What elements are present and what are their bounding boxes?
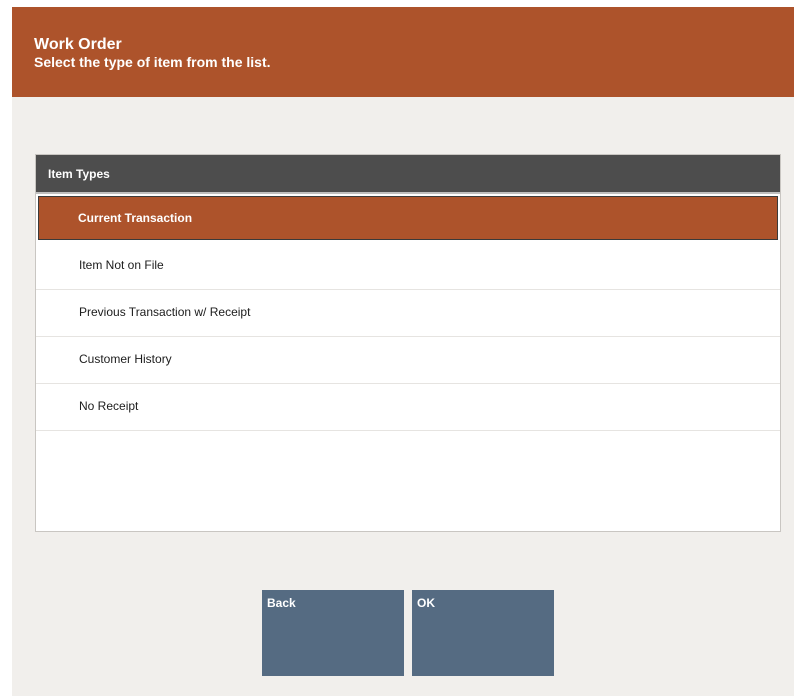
- list-item-label: Customer History: [79, 352, 172, 366]
- list-item-previous-transaction-with-receipt[interactable]: Previous Transaction w/ Receipt: [36, 290, 780, 337]
- list-item-current-transaction[interactable]: Current Transaction: [38, 196, 778, 240]
- list-item-item-not-on-file[interactable]: Item Not on File: [36, 243, 780, 290]
- list-item-no-receipt[interactable]: No Receipt: [36, 384, 780, 431]
- page-title: Work Order: [34, 36, 122, 53]
- list-header: Item Types: [36, 155, 780, 194]
- back-button-label: Back: [267, 596, 296, 610]
- ok-button-label: OK: [417, 596, 435, 610]
- back-button[interactable]: Back: [262, 590, 404, 676]
- item-types-list: Item Types Current Transaction Item Not …: [35, 154, 781, 532]
- ok-button[interactable]: OK: [412, 590, 554, 676]
- prompt-header: Work Order Select the type of item from …: [12, 7, 794, 97]
- page-instruction: Select the type of item from the list.: [34, 54, 271, 70]
- work-order-screen: Work Order Select the type of item from …: [12, 7, 794, 696]
- list-item-label: Current Transaction: [78, 211, 193, 225]
- list-item-label: No Receipt: [79, 399, 139, 413]
- list-item-label: Previous Transaction w/ Receipt: [79, 305, 251, 319]
- list-item-customer-history[interactable]: Customer History: [36, 337, 780, 384]
- list-header-label: Item Types: [48, 167, 110, 181]
- list-item-label: Item Not on File: [79, 258, 164, 272]
